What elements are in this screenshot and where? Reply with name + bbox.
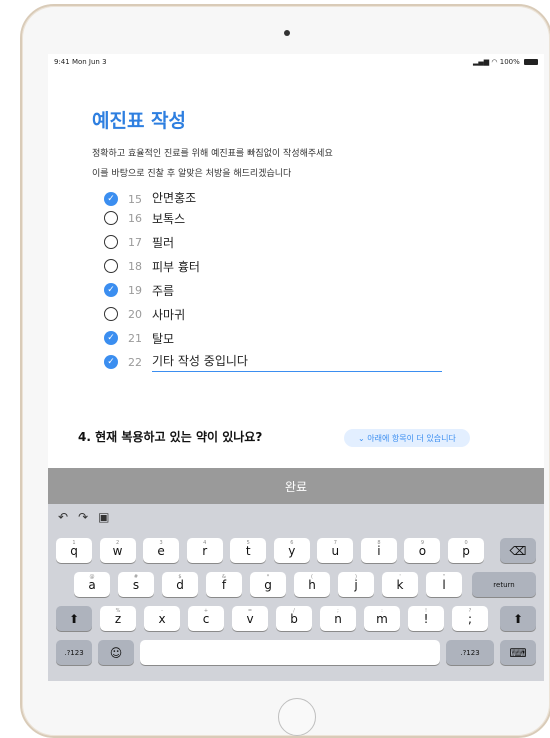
key-y[interactable]: 6y [273,538,310,563]
checkbox-unchecked-icon[interactable] [104,259,118,273]
item-label: 주름 [152,283,175,298]
key-r[interactable]: 4r [186,538,223,563]
question-4-heading: 4. 현재 복용하고 있는 약이 있나요? [78,430,263,444]
delete-icon[interactable]: ⌫ [500,538,536,563]
key-c[interactable]: + c [188,606,224,631]
clipboard-icon[interactable]: ▣ [98,510,109,524]
screen: 9:41 Mon Jun 3 ▂▄▆ ◠ 100% 예진표 작성 정확하고 효율… [48,54,544,681]
item-number: 17 [128,235,142,249]
key-b[interactable]: / b [276,606,312,631]
item-number: 16 [128,211,142,225]
list-item[interactable]: 18 피부 흉터 [104,254,504,278]
key-a[interactable]: @ a [74,572,110,597]
key-u[interactable]: 7u [317,538,354,563]
item-number: 22 [128,355,142,369]
key-x[interactable]: -x [144,606,180,631]
camera [284,30,290,36]
keyboard-hide-icon[interactable]: ⌨ [500,640,536,665]
key-t[interactable]: 5t [230,538,267,563]
key-;[interactable]: ?; [452,606,488,631]
more-items-button[interactable]: ⌄ 아래에 항목이 더 있습니다 [344,429,470,447]
key-i[interactable]: 8i [360,538,397,563]
key-o[interactable]: 9o [404,538,441,563]
key-q[interactable]: 1q [56,538,92,563]
key-d[interactable]: $ d [162,572,198,597]
keyboard-toolbar: ↶ ↷ ▣ [58,510,109,524]
keyboard: ↶ ↷ ▣ 1 q 2 w 3 e 4 r 5 t 6 y 7 u 8 i 9 o 0 p ⌫ @ a # s $ d & f * g (h)… [48,504,544,681]
numbers-key-left[interactable]: .?123 [56,640,92,665]
key-k[interactable]: ' k [382,572,418,597]
key-g[interactable]: * g [250,572,286,597]
battery-icon [524,59,538,65]
space-bar[interactable] [140,640,440,665]
item-number: 20 [128,307,142,321]
return-key[interactable]: return [472,572,536,597]
key-z[interactable]: % z [100,606,136,631]
key-s[interactable]: # s [118,572,154,597]
item-number: 21 [128,331,142,345]
key-h[interactable]: (h [294,572,330,597]
done-button[interactable]: 완료 [48,468,544,504]
item-label: 필러 [152,235,175,250]
other-text-input[interactable]: 기타 작성 중입니다 [152,352,442,372]
checkbox-checked-icon[interactable]: ✓ [104,192,118,206]
list-item[interactable]: ✓ 19 주름 [104,278,504,302]
item-label: 안면홍조 [152,192,197,205]
home-button[interactable] [278,698,316,736]
redo-icon[interactable]: ↷ [78,510,88,524]
status-right: ▂▄▆ ◠ 100% [473,58,538,66]
numbers-key-right[interactable]: .?123 [446,640,494,665]
item-label: 사마귀 [152,307,186,322]
page-title: 예진표 작성 [92,110,187,132]
undo-icon[interactable]: ↶ [58,510,68,524]
item-label: 피부 흉터 [152,259,200,274]
status-time: 9:41 Mon Jun 3 [54,58,107,66]
description-line-1: 정확하고 효율적인 진료를 위해 예진표를 빠짐없이 작성해주세요 [92,149,333,159]
signal-icon: ▂▄▆ [473,58,490,66]
checkbox-checked-icon[interactable]: ✓ [104,331,118,345]
description-line-2: 이를 바탕으로 진찰 후 알맞은 처방을 해드리겠습니다 [92,169,292,179]
checkbox-unchecked-icon[interactable] [104,307,118,321]
key-m[interactable]: :m [364,606,400,631]
key-l[interactable]: " l [426,572,462,597]
key-n[interactable]: ; n [320,606,356,631]
item-number: 15 [128,193,142,206]
checkbox-checked-icon[interactable]: ✓ [104,355,118,369]
list-item[interactable]: ✓ 15 안면홍조 [104,192,504,206]
item-label: 보톡스 [152,211,186,226]
shift-icon-right[interactable]: ⬆ [500,606,536,631]
list-item[interactable]: 16 보톡스 [104,206,504,230]
list-item[interactable]: ✓ 21 탈모 [104,326,504,350]
status-bar: 9:41 Mon Jun 3 ▂▄▆ ◠ 100% [48,54,544,68]
key-j[interactable]: ) j [338,572,374,597]
shift-icon[interactable]: ⬆ [56,606,92,631]
item-number: 18 [128,259,142,273]
key-p[interactable]: 0p [448,538,485,563]
key-f[interactable]: & f [206,572,242,597]
checkbox-unchecked-icon[interactable] [104,211,118,225]
wifi-icon: ◠ [491,58,498,66]
symptom-list: ✓ 15 안면홍조 16 보톡스 17 필러 18 피부 흉터 ✓ 19 주름 … [104,192,504,374]
emoji-icon[interactable]: ☺ [98,640,134,665]
checkbox-unchecked-icon[interactable] [104,235,118,249]
list-item[interactable]: 20 사마귀 [104,302,504,326]
item-number: 19 [128,283,142,297]
key-![interactable]: !! [408,606,444,631]
key-v[interactable]: = v [232,606,268,631]
battery-percent: 100% [499,58,520,66]
list-item[interactable]: 17 필러 [104,230,504,254]
key-e[interactable]: 3e [143,538,180,563]
checkbox-checked-icon[interactable]: ✓ [104,283,118,297]
item-label: 탈모 [152,331,175,346]
list-item[interactable]: ✓ 22 기타 작성 중입니다 [104,350,504,374]
key-w[interactable]: 2w [99,538,136,563]
